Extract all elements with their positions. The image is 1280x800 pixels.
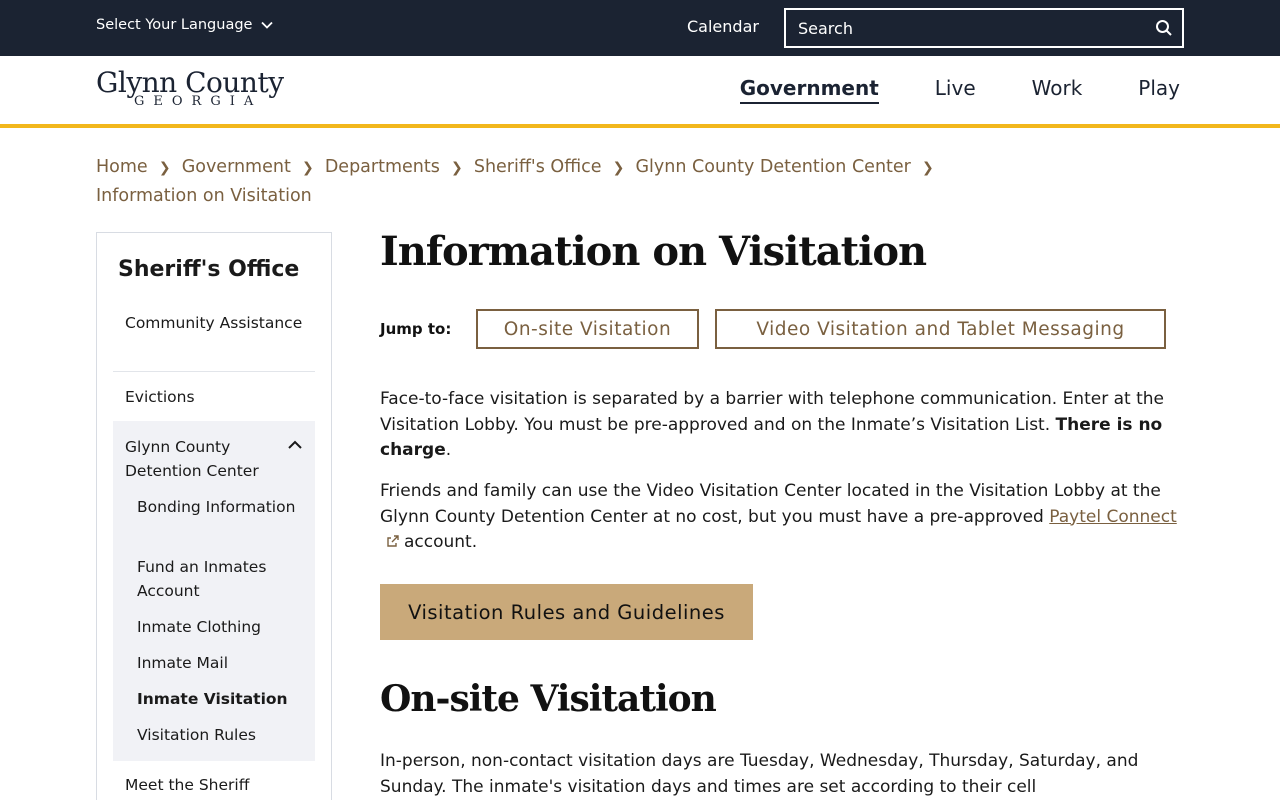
external-link-icon [387, 535, 399, 547]
chevron-right-icon: ❯ [612, 160, 625, 176]
intro-paragraph: Face-to-face visitation is separated by … [380, 387, 1190, 464]
intro-end: . [445, 440, 452, 460]
main-nav: Government Live Work Play [739, 76, 1180, 104]
nav-live[interactable]: Live [935, 76, 976, 104]
intro-text: Face-to-face visitation is separated by … [380, 389, 1164, 435]
sidebar-divider [113, 371, 315, 372]
language-selector[interactable]: Select Your Language [96, 17, 274, 33]
jump-video-button[interactable]: Video Visitation and Tablet Messaging [715, 309, 1166, 349]
logo-state: GEORGIA [134, 94, 263, 109]
nav-play[interactable]: Play [1138, 76, 1180, 104]
paytel-connect-link[interactable]: Paytel Connect [1049, 507, 1177, 527]
site-header: Glynn County GEORGIA Government Live Wor… [0, 56, 1280, 128]
nav-work[interactable]: Work [1032, 76, 1083, 104]
video-end: account. [404, 532, 478, 552]
chevron-right-icon: ❯ [301, 160, 314, 176]
breadcrumb-home[interactable]: Home [96, 157, 148, 177]
sidebar-item-meet-sheriff[interactable]: Meet the Sheriff [113, 773, 315, 797]
onsite-visitation-heading: On-site Visitation [380, 678, 717, 720]
sidebar-subitem-bonding[interactable]: Bonding Information [137, 495, 307, 519]
video-paragraph: Friends and family can use the Video Vis… [380, 479, 1190, 556]
chevron-up-icon[interactable] [287, 437, 303, 453]
chevron-right-icon: ❯ [922, 160, 934, 176]
utility-bar: Select Your Language Calendar [0, 0, 1280, 56]
breadcrumb-sheriffs-office[interactable]: Sheriff's Office [474, 157, 602, 177]
sidebar-item-detention-center[interactable]: Glynn County Detention Center [113, 435, 283, 483]
sidebar-item-community-assistance[interactable]: Community Assistance [113, 311, 315, 335]
breadcrumb-departments[interactable]: Departments [325, 157, 440, 177]
breadcrumb: Home ❯ Government ❯ Departments ❯ Sheriff's Of… [96, 153, 1096, 210]
search-icon [1156, 20, 1172, 36]
sidebar-subitem-mail[interactable]: Inmate Mail [137, 651, 307, 675]
site-logo[interactable]: Glynn County GEORGIA [96, 68, 290, 114]
breadcrumb-detention-center[interactable]: Glynn County Detention Center [636, 157, 911, 177]
chevron-down-icon [261, 21, 274, 29]
breadcrumb-government[interactable]: Government [182, 157, 291, 177]
chevron-right-icon: ❯ [450, 160, 463, 176]
onsite-paragraph: In-person, non-contact visitation days a… [380, 751, 1139, 797]
search-button[interactable] [1146, 10, 1182, 46]
language-label: Select Your Language [96, 17, 253, 33]
jump-onsite-button[interactable]: On-site Visitation [476, 309, 699, 349]
sidebar-subitem-clothing[interactable]: Inmate Clothing [137, 615, 307, 639]
calendar-link[interactable]: Calendar [687, 17, 759, 36]
page-title: Information on Visitation [380, 228, 927, 275]
jump-to-label: Jump to: [380, 320, 452, 338]
sidebar-item-evictions[interactable]: Evictions [113, 385, 315, 409]
sidebar-title[interactable]: Sheriff's Office [118, 257, 299, 282]
section-sidebar: Sheriff's Office Community Assistance Ev… [96, 232, 332, 800]
search-input[interactable] [786, 10, 1146, 46]
video-text: Friends and family can use the Video Vis… [380, 481, 1161, 527]
sidebar-group-detention-center: Glynn County Detention Center Bonding In… [113, 421, 315, 761]
breadcrumb-current: Information on Visitation [96, 186, 312, 206]
sidebar-subitem-visitation-rules[interactable]: Visitation Rules [137, 723, 307, 747]
visitation-rules-button[interactable]: Visitation Rules and Guidelines [380, 584, 753, 640]
nav-government[interactable]: Government [739, 76, 879, 104]
search-box [784, 8, 1184, 48]
sidebar-subitem-fund-account[interactable]: Fund an Inmates Account [137, 555, 307, 603]
sidebar-subitem-visitation[interactable]: Inmate Visitation [137, 687, 307, 711]
chevron-right-icon: ❯ [158, 160, 171, 176]
